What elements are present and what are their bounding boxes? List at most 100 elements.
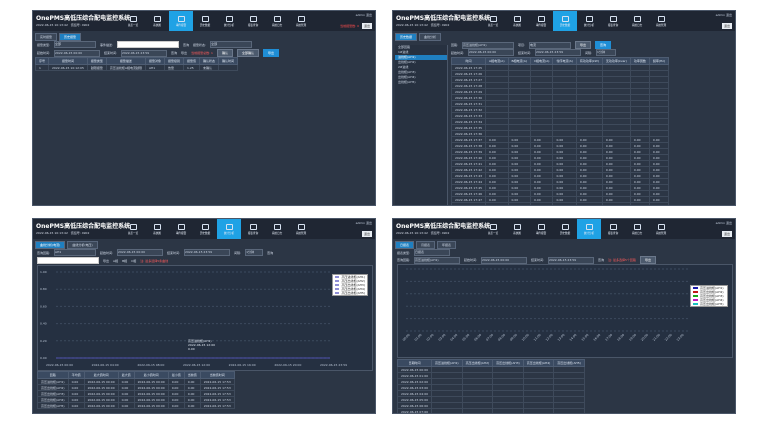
column-header[interactable]: 日期时间 [396,359,433,367]
interval-select[interactable]: 1分钟 [596,49,617,56]
user-info[interactable]: admin 退出 [356,221,372,225]
circuit-search[interactable] [37,257,99,264]
user-info[interactable]: admin 退出 [716,13,732,17]
nav-item-1[interactable]: 系统图 [145,11,169,31]
column-header[interactable]: 报警值 [182,57,201,65]
end-input[interactable]: 2022-06-15 23:59 [121,49,168,57]
export-button[interactable]: 导出 [262,49,279,57]
column-header[interactable]: 高压出线柜(AH5) [553,359,585,367]
column-header[interactable]: 回路 [37,371,69,379]
nav-item-5[interactable]: 报表查询 [601,219,625,239]
column-header[interactable]: 频率(Hz) [648,57,670,65]
alarm-status-select[interactable]: 全部 [210,41,253,48]
column-header[interactable]: 报警对象 [144,57,165,65]
start-input[interactable]: 2022-06-15 00:00 [117,249,164,256]
tab-history-alarm[interactable]: 历史报警 [59,33,82,41]
item-select[interactable]: 电流 [529,41,572,49]
nav-item-6[interactable]: 系统日志 [625,219,649,239]
nav-item-3[interactable]: 历史数据 [193,11,217,31]
nav-item-0[interactable]: 总览一览 [481,219,505,239]
nav-item-6[interactable]: 系统日志 [265,11,289,31]
phase-a-check[interactable]: A相 [113,259,118,263]
column-header[interactable]: 最小值 [167,371,185,379]
end-input[interactable]: 2022-06-15 23:59 [184,249,231,256]
nav-item-4[interactable]: 统计分析 [577,11,601,31]
circuit-select[interactable]: 高压进线柜(AH1) [462,41,515,49]
confirm-all-button[interactable]: 全部确认 [236,49,259,57]
table-row[interactable]: 1 2022-06-15 10:12:05 越限报警 高压进线柜A相电流越限 AH1 告警… [34,64,239,71]
report-type-select[interactable]: 日报表 [414,249,451,256]
table-row[interactable]: 2022-06-15 17:48 0.00 0.00 0.00 0.00 0.00 0.00… [450,202,670,205]
column-header[interactable]: 高压出线柜(AH4) [522,359,555,367]
nav-item-1[interactable]: 系统图 [505,219,529,239]
nav-item-4[interactable]: 统计分析 [217,219,241,239]
logout-button[interactable]: 退出 [362,23,372,29]
nav-item-7[interactable]: 系统管理 [289,11,313,31]
logout-button[interactable]: 退出 [722,231,732,237]
column-header[interactable]: 当前值 [183,371,201,379]
phase-b-check[interactable]: B相 [122,259,127,263]
nav-item-5[interactable]: 报表查询 [601,11,625,31]
nav-item-6[interactable]: 系统日志 [625,11,649,31]
tab-history-data[interactable]: 历史数据 [395,33,418,41]
nav-item-7[interactable]: 系统管理 [649,219,673,239]
tab-curve-current[interactable]: 曲线分析(电流) [35,241,66,249]
column-header[interactable]: 当前值时间 [199,371,235,379]
tab-daily[interactable]: 日报表 [395,241,415,249]
query-link[interactable]: 查询 [267,251,273,255]
table-row[interactable]: 2022-06-15 07:00 [396,408,585,413]
nav-item-3[interactable]: 历史数据 [553,11,577,31]
export-link[interactable]: 导出 [103,259,109,263]
column-header[interactable]: 有功功率(kW) [575,57,603,65]
column-header[interactable]: 序号 [34,57,50,65]
column-header[interactable]: B相电流(A) [507,57,531,65]
user-info[interactable]: admin 退出 [356,13,372,17]
nav-item-2[interactable]: 事件报警 [529,11,553,31]
confirm-button[interactable]: 确认 [216,49,233,57]
logout-button[interactable]: 退出 [722,23,732,29]
column-header[interactable]: 报警类型 [86,57,107,65]
query-link[interactable]: 查询 [598,258,604,262]
circuit-select[interactable]: 高压进线柜(AH1) [414,256,461,264]
nav-item-1[interactable]: 系统图 [145,219,169,239]
phase-c-check[interactable]: C相 [131,259,136,263]
column-header[interactable]: 确认时间 [218,57,239,65]
user-info[interactable]: admin 退出 [716,221,732,225]
column-header[interactable]: 报警时间 [48,57,88,65]
export-link[interactable]: 导出 [181,51,187,55]
column-header[interactable]: 报警级别 [163,57,185,65]
nav-item-0[interactable]: 总览一览 [121,11,145,31]
query-link[interactable]: 查询 [171,51,177,55]
column-header[interactable]: 时间 [450,57,487,65]
column-header[interactable]: C相电流(A) [529,57,554,65]
column-header[interactable]: 高压出线柜(AH3) [492,359,524,367]
start-input[interactable]: 2022-06-15 00:00 [468,49,515,56]
column-header[interactable]: 高压进线柜(AH1) [431,359,463,367]
column-header[interactable]: 最大值 [117,371,135,379]
end-input[interactable]: 2022-06-15 23:59 [535,49,582,56]
circuit-select[interactable]: AH1 [54,249,97,256]
column-header[interactable]: 平均值 [67,371,85,379]
tab-curve-voltage[interactable]: 曲线分析(电压) [67,241,98,249]
column-header[interactable]: 功率因数 [629,57,650,65]
alarm-type-select[interactable]: 全部 [54,41,97,48]
nav-item-4[interactable]: 统计分析 [577,219,601,239]
interval-select[interactable]: 1分钟 [245,249,264,256]
end-input[interactable]: 2022-06-15 23:59 [548,256,595,264]
nav-item-4[interactable]: 统计分析 [217,11,241,31]
query-button[interactable]: 查询 [595,41,612,49]
nav-item-0[interactable]: 总览一览 [121,219,145,239]
nav-item-7[interactable]: 系统管理 [289,219,313,239]
column-header[interactable]: 无功功率(kvar) [601,57,631,65]
tree-item[interactable]: 出线柜(AH5) [395,80,447,85]
logout-button[interactable]: 退出 [362,231,372,237]
nav-item-7[interactable]: 系统管理 [649,11,673,31]
table-row[interactable]: 高压出线柜(AH5) 0.00 2022-06-15 00:00 0.00 2022-0… [37,402,235,409]
nav-item-0[interactable]: 总览一览 [481,11,505,31]
nav-item-6[interactable]: 系统日志 [265,219,289,239]
nav-item-2[interactable]: 事件报警 [529,219,553,239]
nav-item-2[interactable]: 事件报警 [169,219,193,239]
nav-item-1[interactable]: 系统图 [505,11,529,31]
nav-item-3[interactable]: 历史数据 [193,219,217,239]
column-header[interactable]: 报警描述 [105,57,146,65]
